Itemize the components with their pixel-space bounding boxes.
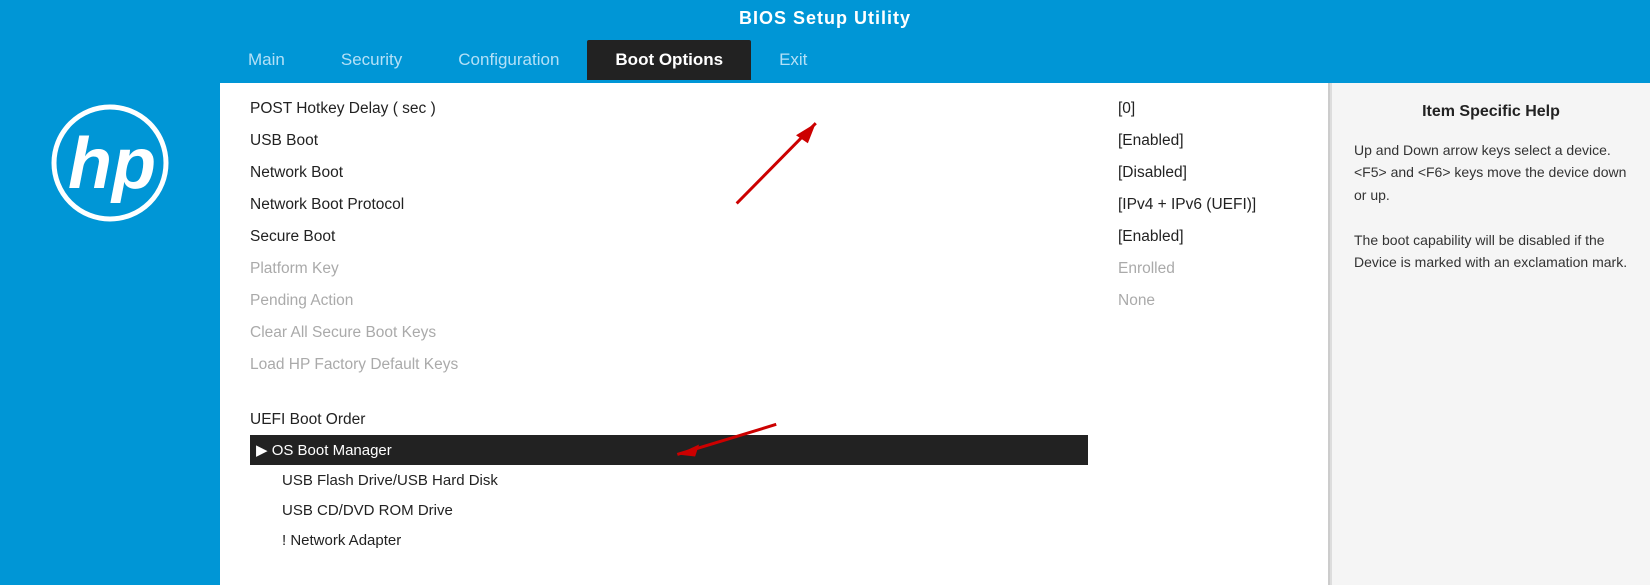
setting-value-secure-boot: [Enabled] <box>1118 228 1184 246</box>
value-row-network-boot: [Disabled] <box>1118 157 1308 189</box>
setting-value-post: [0] <box>1118 100 1135 118</box>
settings-table: POST Hotkey Delay ( sec ) USB Boot Netwo… <box>250 93 1308 555</box>
setting-row-pending-action: Pending Action <box>250 285 1088 317</box>
bios-main: hp POST Hotkey Delay ( sec ) USB Boot <box>0 83 1650 585</box>
menu-item-boot-options[interactable]: Boot Options <box>587 40 751 80</box>
hp-logo: hp <box>50 103 170 223</box>
menu-bar: Main Security Configuration Boot Options… <box>0 37 1650 83</box>
boot-item-network-adapter[interactable]: ! Network Adapter <box>250 525 1088 555</box>
value-row-secure-boot: [Enabled] <box>1118 221 1308 253</box>
boot-item-usb-cd[interactable]: USB CD/DVD ROM Drive <box>250 495 1088 525</box>
help-title: Item Specific Help <box>1354 103 1628 121</box>
help-panel: Item Specific Help Up and Down arrow key… <box>1330 83 1650 585</box>
logo-panel: hp <box>0 83 220 585</box>
menu-item-security[interactable]: Security <box>313 40 430 80</box>
setting-label-usb-boot: USB Boot <box>250 132 318 150</box>
value-row-network-boot-protocol: [IPv4 + IPv6 (UEFI)] <box>1118 189 1308 221</box>
setting-label-secure-boot: Secure Boot <box>250 228 335 246</box>
setting-row-clear-keys: Clear All Secure Boot Keys <box>250 317 1088 349</box>
setting-label-network-boot-protocol: Network Boot Protocol <box>250 196 404 214</box>
setting-label-load-default: Load HP Factory Default Keys <box>250 356 458 374</box>
settings-col-right: [0] [Enabled] [Disabled] [IPv4 + IPv6 (U… <box>1108 93 1308 555</box>
menu-item-main[interactable]: Main <box>220 40 313 80</box>
setting-value-usb-boot: [Enabled] <box>1118 132 1184 150</box>
setting-row-usb-boot[interactable]: USB Boot <box>250 125 1088 157</box>
uefi-label: UEFI Boot Order <box>250 405 1088 435</box>
boot-item-usb-flash[interactable]: USB Flash Drive/USB Hard Disk <box>250 465 1088 495</box>
setting-row-network-boot-protocol[interactable]: Network Boot Protocol <box>250 189 1088 221</box>
value-row-platform-key: Enrolled <box>1118 253 1308 285</box>
settings-panel: POST Hotkey Delay ( sec ) USB Boot Netwo… <box>220 83 1330 585</box>
setting-label-pending-action: Pending Action <box>250 292 353 310</box>
main-inner: POST Hotkey Delay ( sec ) USB Boot Netwo… <box>220 83 1650 585</box>
value-row-pending-action: None <box>1118 285 1308 317</box>
boot-item-os-manager[interactable]: ▶ OS Boot Manager <box>250 435 1088 465</box>
help-text: Up and Down arrow keys select a device. … <box>1354 139 1628 273</box>
title-bar: BIOS Setup Utility <box>0 0 1650 37</box>
setting-label-network-boot: Network Boot <box>250 164 343 182</box>
setting-label-platform-key: Platform Key <box>250 260 339 278</box>
setting-row-network-boot[interactable]: Network Boot <box>250 157 1088 189</box>
menu-item-exit[interactable]: Exit <box>751 40 835 80</box>
setting-value-platform-key: Enrolled <box>1118 260 1175 278</box>
uefi-section: UEFI Boot Order ▶ OS Boot Manager USB Fl… <box>250 405 1088 555</box>
value-row-usb-boot: [Enabled] <box>1118 125 1308 157</box>
value-row-post: [0] <box>1118 93 1308 125</box>
setting-value-pending-action: None <box>1118 292 1155 310</box>
svg-text:hp: hp <box>68 124 156 204</box>
bios-title: BIOS Setup Utility <box>739 8 911 28</box>
setting-row-load-default: Load HP Factory Default Keys <box>250 349 1088 381</box>
settings-col-left: POST Hotkey Delay ( sec ) USB Boot Netwo… <box>250 93 1108 555</box>
menu-item-configuration[interactable]: Configuration <box>430 40 587 80</box>
setting-value-network-boot: [Disabled] <box>1118 164 1187 182</box>
section-gap <box>250 381 1088 401</box>
setting-label-post: POST Hotkey Delay ( sec ) <box>250 100 436 118</box>
setting-label-clear-keys: Clear All Secure Boot Keys <box>250 324 436 342</box>
setting-row-platform-key: Platform Key <box>250 253 1088 285</box>
setting-value-network-boot-protocol: [IPv4 + IPv6 (UEFI)] <box>1118 196 1256 214</box>
setting-row-secure-boot[interactable]: Secure Boot <box>250 221 1088 253</box>
setting-row-post[interactable]: POST Hotkey Delay ( sec ) <box>250 93 1088 125</box>
